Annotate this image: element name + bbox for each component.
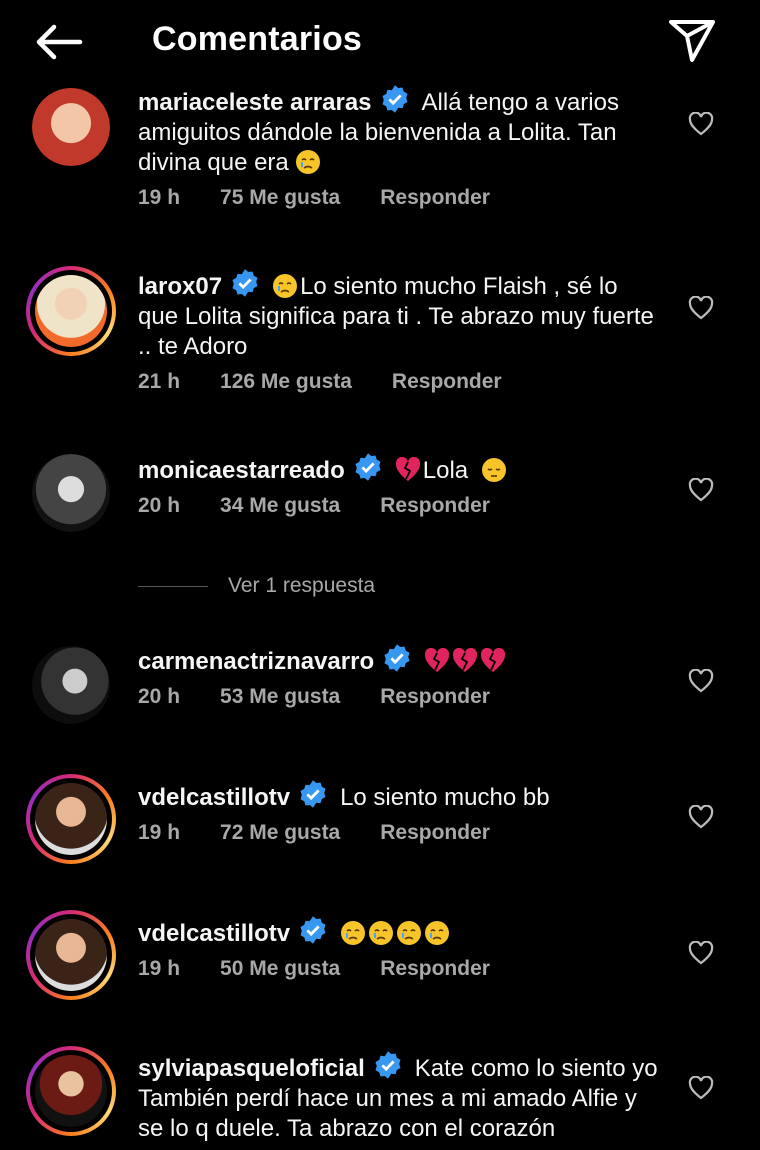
reply-button[interactable]: Responder [380, 494, 490, 517]
divider [138, 585, 208, 587]
comment-text: larox07 Lo siento mucho Flaish , sé lo qu… [138, 268, 658, 362]
broken-heart-icon [425, 648, 450, 672]
crying-emoji-icon [273, 274, 298, 298]
reply-button[interactable]: Responder [380, 821, 490, 844]
comment-time: 21 h [138, 370, 181, 393]
crying-emoji-icon [425, 921, 450, 945]
verified-badge-icon [384, 644, 410, 672]
avatar[interactable] [32, 646, 110, 724]
view-replies-link[interactable]: Ver 1 respuesta [138, 574, 375, 600]
verified-badge-icon [355, 453, 381, 481]
comment-text: mariaceleste arraras Allá tengo a varios … [138, 84, 658, 178]
comment-likes[interactable]: 126 Me gusta [220, 370, 352, 393]
comment-body: Lola [422, 457, 469, 484]
comment-meta: 19 h 75 Me gusta Responder [138, 186, 530, 210]
comment-meta: 19 h 72 Me gusta Responder [138, 821, 530, 845]
back-arrow-icon[interactable] [30, 18, 86, 66]
comment-text: carmenactriznavarro [138, 643, 658, 677]
reply-button[interactable]: Responder [380, 685, 490, 708]
comment-username[interactable]: monicaestarreado [138, 457, 345, 484]
crying-emoji-icon [397, 921, 422, 945]
comment-username[interactable]: mariaceleste arraras [138, 89, 372, 116]
comment-text: vdelcastillotv [138, 915, 658, 949]
comment-text: vdelcastillotv Lo siento mucho bb [138, 779, 658, 813]
like-heart-icon[interactable] [688, 477, 714, 502]
page-title: Comentarios [152, 20, 363, 58]
broken-heart-icon [395, 457, 420, 481]
comment-text: monicaestarreado Lola [138, 452, 658, 486]
like-heart-icon[interactable] [688, 804, 714, 829]
comment-time: 19 h [138, 821, 181, 844]
broken-heart-icon [453, 648, 478, 672]
reply-button[interactable]: Responder [380, 957, 490, 980]
send-icon[interactable] [666, 16, 718, 66]
verified-badge-icon [375, 1051, 401, 1079]
avatar[interactable] [26, 774, 116, 864]
comment-time: 19 h [138, 957, 181, 980]
comment-text: sylviapasqueloficial Kate como lo siento … [138, 1050, 658, 1144]
comment-username[interactable]: sylviapasqueloficial [138, 1055, 365, 1082]
comment-meta: 21 h 126 Me gusta Responder [138, 370, 542, 394]
avatar[interactable] [32, 454, 110, 532]
like-heart-icon[interactable] [688, 668, 714, 693]
comment-likes[interactable]: 75 Me gusta [220, 186, 340, 209]
verified-badge-icon [232, 269, 258, 297]
crying-emoji-icon [341, 921, 366, 945]
comment-likes[interactable]: 53 Me gusta [220, 685, 340, 708]
comment-username[interactable]: larox07 [138, 273, 222, 300]
like-heart-icon[interactable] [688, 111, 714, 136]
reply-button[interactable]: Responder [392, 370, 502, 393]
crying-emoji-icon [369, 921, 394, 945]
reply-button[interactable]: Responder [380, 186, 490, 209]
view-replies-label[interactable]: Ver 1 respuesta [228, 574, 375, 597]
comment-username[interactable]: vdelcastillotv [138, 920, 290, 947]
comment-time: 19 h [138, 186, 181, 209]
header-bar: Comentarios [0, 0, 760, 84]
avatar[interactable] [26, 1046, 116, 1136]
comment-likes[interactable]: 50 Me gusta [220, 957, 340, 980]
like-heart-icon[interactable] [688, 940, 714, 965]
verified-badge-icon [300, 780, 326, 808]
like-heart-icon[interactable] [688, 1075, 714, 1100]
comment-likes[interactable]: 72 Me gusta [220, 821, 340, 844]
comment-meta: 20 h 34 Me gusta Responder [138, 494, 530, 518]
comment-body: Lo siento mucho bb [340, 784, 550, 811]
avatar[interactable] [32, 88, 110, 166]
comment-meta: 19 h 50 Me gusta Responder [138, 957, 530, 981]
broken-heart-icon [481, 648, 506, 672]
comment-time: 20 h [138, 494, 181, 517]
comment-likes[interactable]: 34 Me gusta [220, 494, 340, 517]
avatar[interactable] [26, 910, 116, 1000]
verified-badge-icon [300, 916, 326, 944]
comment-meta: 20 h 53 Me gusta Responder [138, 685, 530, 709]
comment-username[interactable]: carmenactriznavarro [138, 648, 374, 675]
crying-emoji-icon [296, 150, 321, 174]
pensive-emoji-icon [481, 458, 506, 482]
like-heart-icon[interactable] [688, 295, 714, 320]
comment-username[interactable]: vdelcastillotv [138, 784, 290, 811]
verified-badge-icon [382, 85, 408, 113]
comment-time: 20 h [138, 685, 181, 708]
avatar[interactable] [26, 266, 116, 356]
